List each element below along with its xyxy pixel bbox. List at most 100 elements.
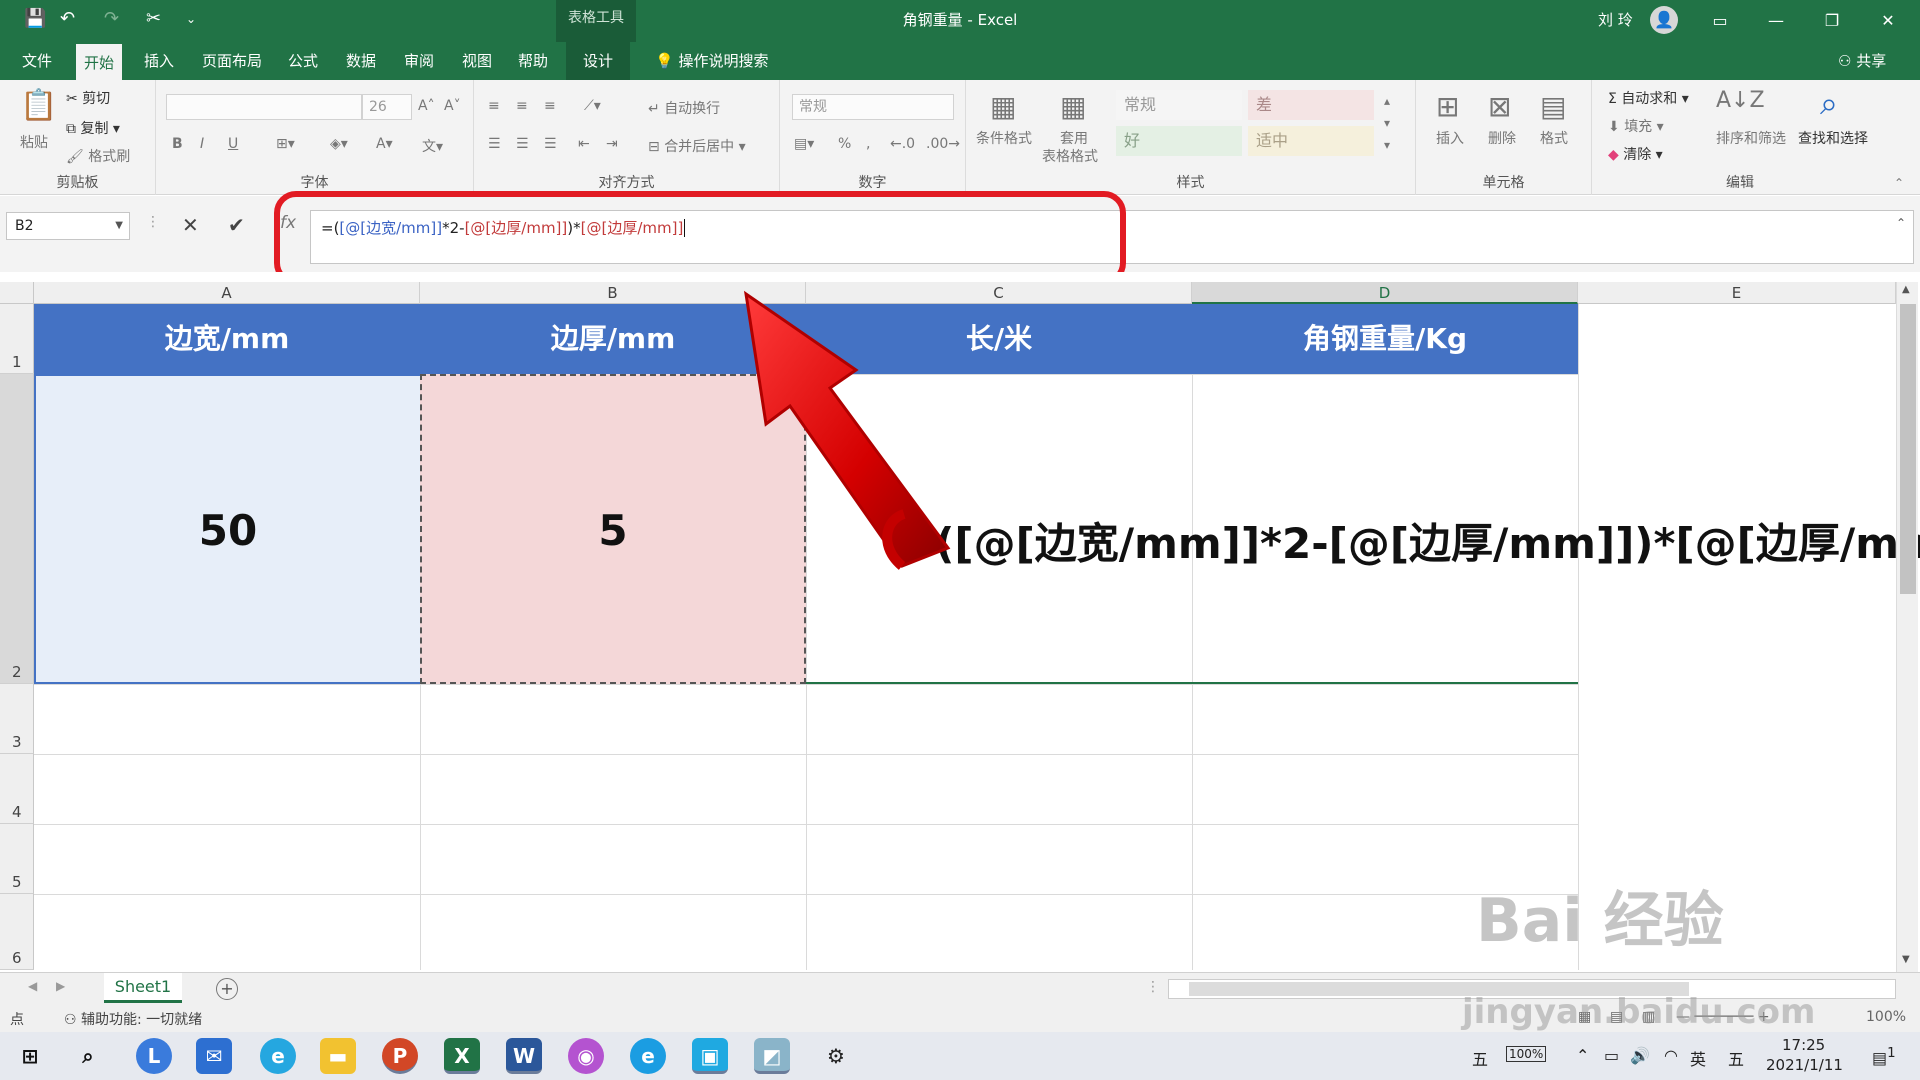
shrink-font-icon[interactable]: A˅ <box>444 98 461 114</box>
bottom-align-icon[interactable]: ≡ <box>544 98 556 114</box>
powerpoint-icon[interactable]: P <box>382 1038 418 1074</box>
row-header-3[interactable]: 3 <box>0 684 34 754</box>
style-bad[interactable]: 差 <box>1248 90 1374 120</box>
undo-icon[interactable]: ↶ <box>60 8 75 29</box>
header-cell-c1[interactable]: 长/米 <box>806 304 1192 374</box>
close-icon[interactable]: ✕ <box>1868 6 1908 36</box>
ribbon-display-options-icon[interactable]: ▭ <box>1700 6 1740 36</box>
wrap-text-button[interactable]: ↵ 自动换行 <box>648 98 720 118</box>
tab-file[interactable]: 文件 <box>14 42 60 80</box>
styles-gallery-scroll-icon[interactable]: ▴ ▾ ▾ <box>1384 90 1390 156</box>
sort-filter-icon[interactable]: A↓Z <box>1716 88 1765 113</box>
enter-icon[interactable]: ✔ <box>228 213 245 237</box>
clock-time[interactable]: 17:25 <box>1782 1036 1825 1054</box>
paint-icon[interactable]: ◉ <box>568 1038 604 1074</box>
tab-review[interactable]: 审阅 <box>396 42 442 80</box>
fill-color-icon[interactable]: ◈▾ <box>330 136 348 152</box>
customize-quick-access-icon[interactable]: ⌄ <box>186 12 196 26</box>
phonetic-icon[interactable]: 文▾ <box>422 136 443 156</box>
vertical-scrollbar[interactable]: ▲ ▼ <box>1896 282 1918 972</box>
accessibility-status[interactable]: ⚇ 辅助功能: 一切就绪 <box>64 1009 202 1029</box>
name-box[interactable]: B2 ▼ <box>6 212 130 240</box>
search-icon[interactable]: ⌕ <box>70 1038 106 1074</box>
decrease-decimal-icon[interactable]: .00→ <box>926 136 960 152</box>
tab-view[interactable]: 视图 <box>454 42 500 80</box>
merge-center-button[interactable]: ⊟ 合并后居中 ▾ <box>648 136 746 156</box>
header-cell-b1[interactable]: 边厚/mm <box>420 304 806 374</box>
tab-page-layout[interactable]: 页面布局 <box>194 42 270 80</box>
word-icon[interactable]: W <box>506 1038 542 1074</box>
minimize-icon[interactable]: — <box>1756 6 1796 36</box>
row-header-1[interactable]: 1 <box>0 304 34 374</box>
row-header-6[interactable]: 6 <box>0 894 34 970</box>
column-header-d[interactable]: D <box>1192 282 1578 304</box>
zoom-level[interactable]: 100% <box>1866 1009 1906 1025</box>
screenshot-tool-icon[interactable]: ▣ <box>692 1038 728 1074</box>
tab-formulas[interactable]: 公式 <box>280 42 326 80</box>
font-color-icon[interactable]: A▾ <box>376 136 393 152</box>
prev-sheet-icon[interactable]: ◀ <box>28 979 37 993</box>
fill-button[interactable]: ⬇ 填充 ▾ <box>1608 116 1664 136</box>
tab-home[interactable]: 开始 <box>76 42 123 80</box>
excel-icon[interactable]: X <box>444 1038 480 1074</box>
bold-button[interactable]: B <box>172 136 183 152</box>
autosum-button[interactable]: Σ 自动求和 ▾ <box>1608 88 1689 108</box>
style-normal[interactable]: 常规 <box>1116 90 1242 120</box>
align-right-icon[interactable]: ☰ <box>544 136 557 152</box>
row-header-5[interactable]: 5 <box>0 824 34 894</box>
italic-button[interactable]: I <box>200 136 204 152</box>
share-button[interactable]: ⚇ 共享 <box>1838 42 1886 80</box>
comma-style-icon[interactable]: , <box>866 136 870 152</box>
format-as-table-line1[interactable]: 套用 <box>1060 128 1088 148</box>
wifi-icon[interactable]: ◠ <box>1664 1046 1678 1065</box>
header-cell-a1[interactable]: 边宽/mm <box>34 304 420 374</box>
underline-button[interactable]: U <box>228 136 238 152</box>
column-header-c[interactable]: C <box>806 282 1192 304</box>
sort-filter-button[interactable]: 排序和筛选 <box>1716 128 1786 148</box>
paste-button[interactable]: 粘贴 <box>20 132 48 152</box>
middle-align-icon[interactable]: ≡ <box>516 98 528 114</box>
splitter-icon[interactable]: ⋮ <box>1146 979 1160 995</box>
header-cell-d1[interactable]: 角钢重量/Kg <box>1192 304 1578 374</box>
edge-icon[interactable]: e <box>630 1038 666 1074</box>
mail-icon[interactable]: ✉ <box>196 1038 232 1074</box>
collapse-ribbon-icon[interactable]: ⌃ <box>1894 176 1904 190</box>
conditional-formatting-icon[interactable]: ▦ <box>990 90 1016 123</box>
cut-button[interactable]: ✂ 剪切 <box>66 88 110 108</box>
tab-data[interactable]: 数据 <box>338 42 384 80</box>
format-cells-icon[interactable]: ▤ <box>1540 90 1566 123</box>
user-name[interactable]: 刘 玲 <box>1598 9 1633 30</box>
format-painter-button[interactable]: 🖌 格式刷 <box>66 146 130 166</box>
avatar[interactable]: 👤 <box>1650 6 1678 34</box>
number-format-dropdown[interactable]: 常规 <box>792 94 954 120</box>
save-icon[interactable]: 💾 <box>24 8 46 29</box>
orientation-icon[interactable]: ⟋▾ <box>584 98 601 114</box>
decrease-indent-icon[interactable]: ⇤ <box>578 136 590 152</box>
cell-a2[interactable]: 50 <box>34 374 420 684</box>
battery-indicator[interactable]: 100% <box>1506 1046 1547 1062</box>
increase-indent-icon[interactable]: ⇥ <box>606 136 618 152</box>
windows-start-icon[interactable]: ⊞ <box>12 1038 48 1074</box>
insert-cells-icon[interactable]: ⊞ <box>1436 90 1459 123</box>
copy-button[interactable]: ⧉ 复制 ▾ <box>66 118 120 138</box>
font-name-dropdown[interactable] <box>166 94 362 120</box>
format-as-table-icon[interactable]: ▦ <box>1060 90 1086 123</box>
format-as-table-line2[interactable]: 表格格式 <box>1042 146 1098 166</box>
volume-icon[interactable]: 🔊 <box>1630 1046 1650 1065</box>
row-header-4[interactable]: 4 <box>0 754 34 824</box>
paste-icon[interactable]: 📋 <box>20 88 57 123</box>
add-sheet-icon[interactable]: + <box>216 978 238 1000</box>
align-center-icon[interactable]: ☰ <box>516 136 529 152</box>
insert-cells-button[interactable]: 插入 <box>1436 128 1464 148</box>
delete-cells-icon[interactable]: ⊠ <box>1488 90 1511 123</box>
align-left-icon[interactable]: ☰ <box>488 136 501 152</box>
row-header-2[interactable]: 2 <box>0 374 34 684</box>
tab-insert[interactable]: 插入 <box>136 42 182 80</box>
tab-design[interactable]: 设计 <box>566 42 630 80</box>
style-neutral[interactable]: 适中 <box>1248 126 1374 156</box>
increase-decimal-icon[interactable]: ←.0 <box>890 136 915 152</box>
cell-b2[interactable]: 5 <box>420 374 806 684</box>
worksheet-grid[interactable]: A B C D E 1 2 3 4 5 6 边宽/mm 边厚/mm 长/米 角钢… <box>0 272 1920 972</box>
column-header-a[interactable]: A <box>34 282 420 304</box>
tell-me-search[interactable]: 💡 操作说明搜索 <box>655 42 768 80</box>
